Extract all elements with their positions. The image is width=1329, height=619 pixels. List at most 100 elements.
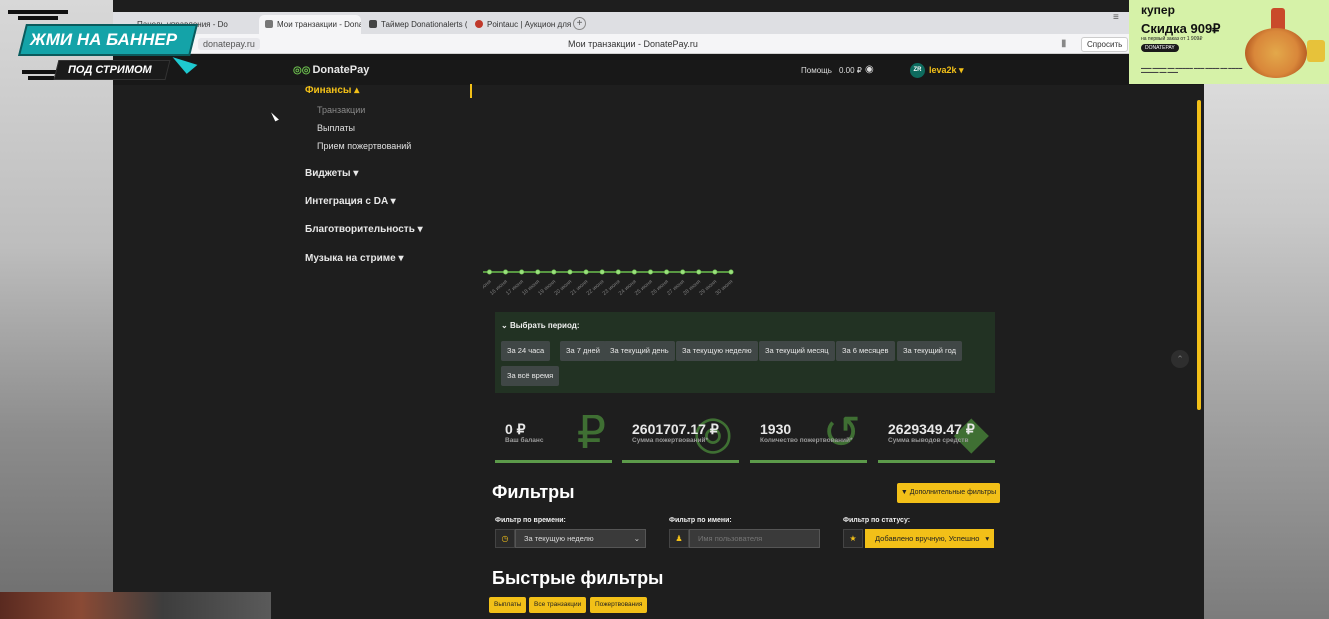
chevron-down-icon: ⌄ xyxy=(501,321,510,330)
avatar[interactable]: ZR xyxy=(910,63,925,78)
chart-data-point xyxy=(583,269,589,275)
period-24h-button[interactable]: За 24 часа xyxy=(501,341,551,361)
stat-withdrawals-value: 2629349.47 ₽ xyxy=(888,421,975,437)
stat-donations-count-value: 1930 xyxy=(760,421,792,437)
additional-filters-button[interactable]: ▼ Дополнительные фильтры xyxy=(897,483,1000,503)
stat-donations-count: ↺ 1930 Количество пожертвований* xyxy=(750,415,867,463)
scroll-up-button[interactable]: ⌃ xyxy=(1171,350,1189,368)
logo-text: DonatePay xyxy=(312,64,370,76)
pizza-image xyxy=(1245,28,1307,78)
stream-banner-overlay: ЖМИ НА БАННЕР ПОД СТРИМОМ xyxy=(8,10,206,84)
stat-donations-sum-label: Сумма пожертвований* xyxy=(632,437,709,444)
page-title: Мои транзакции - DonatePay.ru xyxy=(568,39,698,49)
background-right xyxy=(1204,0,1329,619)
chart-data-point xyxy=(486,269,492,275)
x-tick-label: 30 июня xyxy=(714,279,734,297)
period-month-button[interactable]: За текущий месяц xyxy=(759,341,835,361)
user-icon: ♟ xyxy=(669,529,689,548)
star-icon: ★ xyxy=(843,529,863,548)
header-balance: 0.00 ₽ xyxy=(839,66,862,75)
sidebar-item-music[interactable]: Музыка на стриме ▾ xyxy=(305,253,403,264)
eye-icon[interactable]: ◉ xyxy=(865,64,874,75)
advertisement[interactable]: купер Скидка 909₽ на первый заказ от 1 9… xyxy=(1129,0,1329,84)
new-tab-button[interactable]: + xyxy=(573,17,586,30)
background-left xyxy=(0,0,113,619)
sidebar-item-charity[interactable]: Благотворительность ▾ xyxy=(305,224,423,235)
tab-pointauc[interactable]: Pointauc | Аукцион для с xyxy=(469,15,571,34)
additional-filters-label: Дополнительные фильтры xyxy=(909,489,997,496)
chevron-down-icon: ⌄ xyxy=(633,534,640,543)
period-all-button[interactable]: За всё время xyxy=(501,366,560,386)
browser-window: Панель управления - Do Мои транзакции - … xyxy=(113,0,1204,619)
logo-icon: ◎◎ xyxy=(293,65,311,76)
period-title[interactable]: ⌄ Выбрать период: xyxy=(501,321,580,330)
period-title-label: Выбрать период: xyxy=(509,321,580,330)
name-filter-input[interactable] xyxy=(689,529,820,548)
status-filter: ★ Добавлено вручную, Успешно ▾ xyxy=(843,529,994,548)
chart-data-point xyxy=(599,269,605,275)
stat-withdrawals-label: Сумма выводов средств xyxy=(888,437,969,444)
donationalerts-favicon-icon xyxy=(369,20,377,28)
fries-image xyxy=(1307,40,1325,62)
filter-icon: ▼ xyxy=(900,489,910,496)
section-divider xyxy=(470,84,472,98)
stat-donations-count-label: Количество пожертвований* xyxy=(760,437,853,444)
stat-donations-sum: ◎ 2601707.17 ₽ Сумма пожертвований* xyxy=(622,415,739,463)
banner-stripe xyxy=(22,70,56,74)
filters-heading: Фильтры xyxy=(492,482,575,502)
name-filter-label: Фильтр по имени: xyxy=(669,517,732,524)
chart-data-point xyxy=(615,269,621,275)
url-field[interactable]: donatepay.ru xyxy=(198,38,260,50)
period-year-button[interactable]: За текущий год xyxy=(897,341,963,361)
chart-data-point xyxy=(680,269,686,275)
chart-data-point xyxy=(647,269,653,275)
stat-withdrawals: ◆ 2629349.47 ₽ Сумма выводов средств xyxy=(878,415,995,463)
caret-down-icon: ▾ xyxy=(985,534,990,543)
sidebar-item-donations[interactable]: Прием пожертвований xyxy=(317,141,411,151)
help-link[interactable]: Помощь xyxy=(801,66,832,75)
period-7d-button[interactable]: За 7 дней xyxy=(560,341,606,361)
banner-main-text: ЖМИ НА БАННЕР xyxy=(30,30,178,49)
banner-stripe xyxy=(8,10,68,14)
time-filter-select[interactable]: За текущую неделю ⌄ xyxy=(515,529,646,548)
tab-timer[interactable]: Таймер Donationalerts (у xyxy=(363,15,467,34)
ad-promo-code: DONATEPAY xyxy=(1141,44,1179,52)
tab-transactions[interactable]: Мои транзакции - Donat× xyxy=(259,15,361,34)
page-scrollbar[interactable] xyxy=(1197,100,1201,410)
period-panel: ⌄ Выбрать период: За 24 часа За 7 дней З… xyxy=(495,312,995,393)
ask-button[interactable]: Спросить xyxy=(1081,37,1129,52)
period-today-button[interactable]: За текущий день xyxy=(604,341,675,361)
period-week-button[interactable]: За текущую неделю xyxy=(676,341,758,361)
donations-chart: 70 00060 00050 00040 00030 00020 00010 0… xyxy=(483,269,734,297)
sidebar-item-transactions[interactable]: Транзакции xyxy=(317,105,365,115)
status-filter-label: Фильтр по статусу: xyxy=(843,517,911,524)
quick-all-button[interactable]: Все транзакции xyxy=(529,597,587,613)
status-filter-select[interactable]: Добавлено вручную, Успешно ▾ xyxy=(865,529,994,548)
sidebar-item-widgets[interactable]: Виджеты ▾ xyxy=(305,168,358,179)
status-filter-value: Добавлено вручную, Успешно xyxy=(875,534,980,543)
banner-sub-text: ПОД СТРИМОМ xyxy=(68,64,152,76)
tab-bar: Панель управления - Do Мои транзакции - … xyxy=(113,12,1204,34)
sidebar-item-integration[interactable]: Интеграция с DA ▾ xyxy=(305,196,396,207)
quick-payouts-button[interactable]: Выплаты xyxy=(489,597,527,613)
site-header: ◎◎ DonatePay Помощь 0.00 ₽ ◉ ZR leva2k ▾ xyxy=(113,54,1204,85)
webcam-overlay xyxy=(0,592,271,619)
quick-donations-button[interactable]: Пожертвования xyxy=(590,597,648,613)
user-menu[interactable]: leva2k ▾ xyxy=(929,65,964,76)
site-logo[interactable]: ◎◎ DonatePay xyxy=(293,64,369,76)
chart-data-point xyxy=(696,269,702,275)
sidebar-item-finance[interactable]: Финансы ▴ xyxy=(305,85,359,96)
stat-donations-sum-value: 2601707.17 ₽ xyxy=(632,421,719,437)
chart-data-point xyxy=(535,269,541,275)
quick-filters-heading: Быстрые фильтры xyxy=(492,568,664,588)
chart-data-point xyxy=(567,269,573,275)
tab-pointauc-label: Pointauc | Аукцион для с xyxy=(487,20,571,29)
clock-icon: ◷ xyxy=(495,529,515,548)
ad-fine-print: ▬▬▬ ▬▬▬▬ ▬▬ ▬▬▬▬▬ ▬▬▬ ▬▬▬▬ ▬▬ ▬▬▬▬ ▬▬▬▬▬… xyxy=(1141,66,1243,74)
period-6m-button[interactable]: За 6 месяцев xyxy=(836,341,895,361)
bookmark-icon[interactable]: ▮ xyxy=(1061,38,1067,49)
pointauc-favicon-icon xyxy=(475,20,483,28)
browser-menu-icon[interactable]: ≡ xyxy=(1113,12,1119,23)
sidebar-item-payouts[interactable]: Выплаты xyxy=(317,123,355,133)
chart-data-point xyxy=(519,269,525,275)
